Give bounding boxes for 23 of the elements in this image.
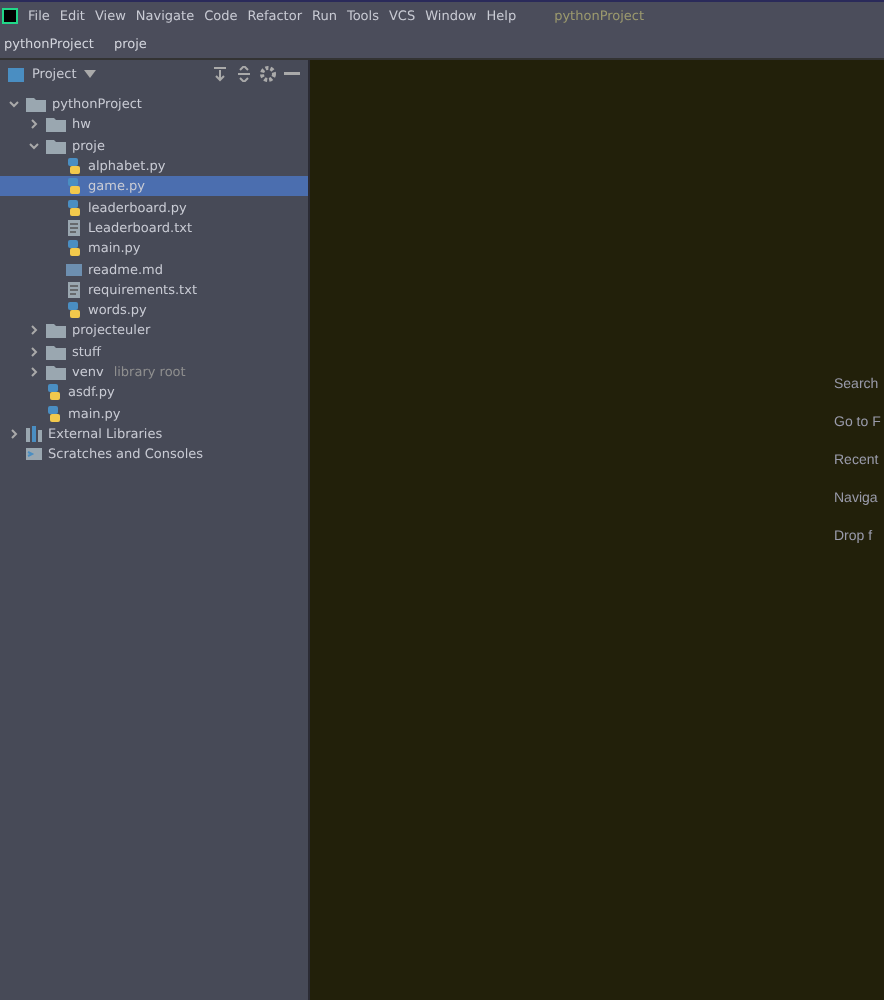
app-logo-icon xyxy=(2,7,18,23)
python-file-icon xyxy=(66,178,82,195)
python-file-icon xyxy=(66,158,82,175)
expand-all-icon[interactable] xyxy=(236,66,252,82)
text-file-icon xyxy=(66,281,82,298)
collapse-all-icon[interactable] xyxy=(212,66,228,82)
python-file-icon xyxy=(46,384,62,401)
minimize-icon[interactable] xyxy=(284,72,300,76)
python-file-icon xyxy=(46,405,62,422)
chevron-down-icon[interactable] xyxy=(8,98,20,111)
python-file-icon xyxy=(66,302,82,319)
chevron-right-icon[interactable] xyxy=(8,427,20,440)
text-file-icon xyxy=(66,219,82,236)
chevron-down-icon[interactable] xyxy=(28,139,40,152)
project-icon xyxy=(8,67,24,81)
settings-icon[interactable] xyxy=(260,66,276,82)
markdown-file-icon xyxy=(66,261,82,278)
chevron-right-icon[interactable] xyxy=(28,118,40,131)
console-icon xyxy=(26,446,42,463)
caret-icon[interactable] xyxy=(84,70,97,78)
python-file-icon xyxy=(66,240,82,257)
library-icon xyxy=(26,425,42,442)
python-file-icon xyxy=(66,199,82,216)
